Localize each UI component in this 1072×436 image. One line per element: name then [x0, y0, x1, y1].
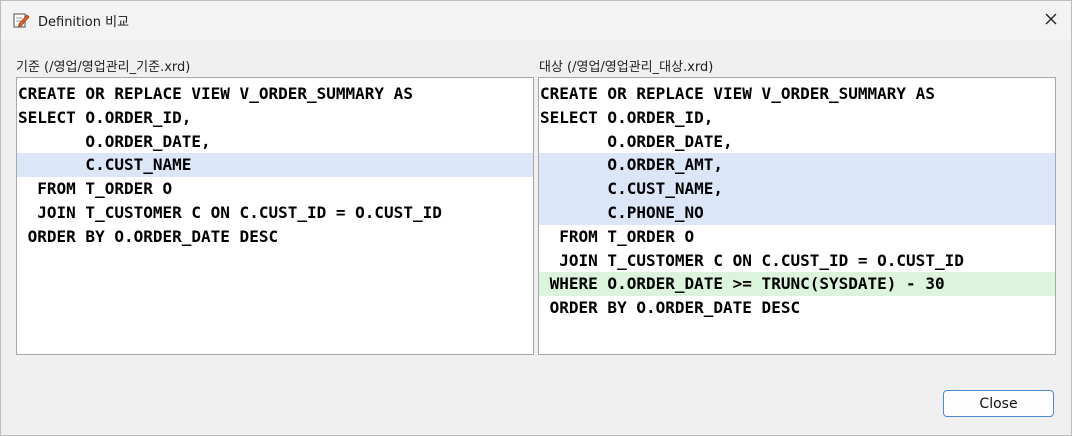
right-definition-pane[interactable]: CREATE OR REPLACE VIEW V_ORDER_SUMMARY A…: [538, 77, 1056, 355]
code-line: ORDER BY O.ORDER_DATE DESC: [18, 226, 279, 246]
window-close-button[interactable]: [1031, 4, 1071, 36]
code-line: FROM T_ORDER O: [18, 179, 173, 199]
code-line: WHERE O.ORDER_DATE >= TRUNC(SYSDATE) - 3…: [539, 272, 1055, 297]
title-bar: Definition 비교: [1, 1, 1071, 39]
close-icon: [1044, 11, 1058, 30]
code-line: SELECT O.ORDER_ID,: [540, 107, 714, 127]
left-code-area: CREATE OR REPLACE VIEW V_ORDER_SUMMARY A…: [17, 82, 533, 249]
window-title: Definition 비교: [38, 15, 130, 30]
code-line: SELECT O.ORDER_ID,: [18, 107, 192, 127]
code-line: ORDER BY O.ORDER_DATE DESC: [540, 298, 801, 318]
code-line: JOIN T_CUSTOMER C ON C.CUST_ID = O.CUST_…: [18, 202, 442, 222]
code-line: O.ORDER_DATE,: [18, 131, 211, 151]
right-code-area: CREATE OR REPLACE VIEW V_ORDER_SUMMARY A…: [539, 82, 1055, 320]
code-line: O.ORDER_DATE,: [540, 131, 733, 151]
code-line: CREATE OR REPLACE VIEW V_ORDER_SUMMARY A…: [540, 84, 935, 103]
close-button[interactable]: Close: [943, 390, 1054, 417]
code-line: JOIN T_CUSTOMER C ON C.CUST_ID = O.CUST_…: [540, 250, 964, 270]
left-definition-pane[interactable]: CREATE OR REPLACE VIEW V_ORDER_SUMMARY A…: [16, 77, 534, 355]
compare-dialog: Definition 비교 기준 (/영업/영업관리_기준.xrd) CREAT…: [0, 0, 1072, 436]
code-line: C.CUST_NAME: [17, 153, 533, 178]
edit-document-icon: [12, 11, 30, 29]
left-pane-label: 기준 (/영업/영업관리_기준.xrd): [16, 60, 191, 75]
code-line: C.CUST_NAME,: [539, 177, 1055, 201]
right-pane-label: 대상 (/영업/영업관리_대상.xrd): [539, 60, 714, 75]
code-line: CREATE OR REPLACE VIEW V_ORDER_SUMMARY A…: [18, 84, 413, 103]
code-line: O.ORDER_AMT,: [539, 153, 1055, 178]
code-line: FROM T_ORDER O: [540, 226, 695, 246]
code-line: C.PHONE_NO: [539, 200, 1055, 225]
